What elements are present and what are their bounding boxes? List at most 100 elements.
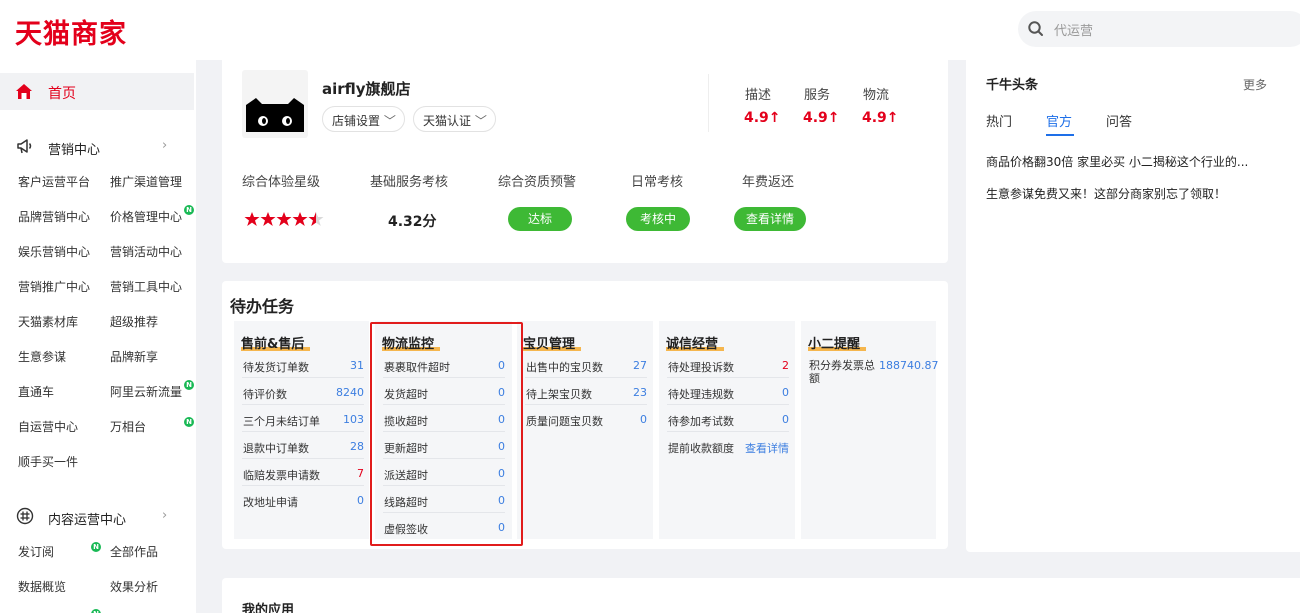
sidebar-item-wanxiangtai[interactable]: 万相台	[110, 418, 146, 435]
daily-status-badge[interactable]: 考核中	[626, 207, 690, 231]
todo-row[interactable]: 临赔发票申请数 7	[242, 459, 364, 486]
new-badge: N	[184, 380, 194, 390]
megaphone-icon	[17, 139, 32, 154]
search-input[interactable]: 代运营	[1054, 20, 1093, 39]
reminder-value[interactable]: 188740.87	[879, 359, 939, 372]
reminder-label: 积分券发票总额	[809, 359, 875, 385]
shop-name: airfly旗舰店	[322, 80, 411, 98]
sidebar-item-subscribe[interactable]: 发订阅	[18, 543, 54, 560]
todo-row[interactable]: 待处理违规数 0	[667, 378, 789, 405]
tmall-logo[interactable]: 天猫商家	[15, 12, 127, 51]
tmall-cat-logo-icon	[246, 98, 304, 132]
tab-official[interactable]: 官方	[1046, 111, 1072, 130]
sidebar-item-buy-one[interactable]: 顺手买一件	[18, 453, 78, 470]
sidebar-item-activity[interactable]: 营销活动中心	[110, 243, 182, 260]
star-full-icon	[244, 212, 260, 226]
todo-panel-items: 宝贝管理 出售中的宝贝数 27 待上架宝贝数 23 质量问题宝贝数 0	[517, 321, 653, 539]
news-item[interactable]: 商品价格翻30倍 家里必买 小二揭秘这个行业的...	[986, 153, 1248, 170]
fee-detail-button[interactable]: 查看详情	[734, 207, 806, 231]
todo-panel-reminder: 小二提醒 积分券发票总额 188740.87	[801, 321, 939, 539]
tab-qa[interactable]: 问答	[1106, 111, 1132, 130]
todo-panel-presale: 售前&售后 待发货订单数 31 待评价数 8240 三个月未结订单 103 退款中订单…	[234, 321, 369, 539]
panel-title: 小二提醒	[808, 333, 867, 352]
chevron-down-icon: ﹀	[474, 114, 487, 128]
panel-title: 售前&售后	[241, 333, 311, 352]
shop-card: airfly旗舰店 店铺设置 ﹀ 天猫认证 ﹀ 描述 4.9↑ 服务 4.9↑ …	[222, 60, 948, 263]
divider	[708, 74, 709, 132]
tab-hot[interactable]: 热门	[986, 111, 1012, 130]
prepayment-detail-link[interactable]: 查看详情	[745, 440, 789, 456]
sidebar-section-label: 内容运营中心	[48, 513, 127, 528]
shop-settings-label: 店铺设置	[332, 114, 381, 128]
chevron-right-icon: ›	[162, 508, 168, 523]
chevron-down-icon: ﹀	[383, 114, 396, 128]
shop-settings-button[interactable]: 店铺设置 ﹀	[322, 106, 405, 132]
sidebar-item-all-works[interactable]: 全部作品	[110, 543, 158, 560]
metric-basic-label: 基础服务考核	[370, 175, 449, 190]
new-badge: N	[91, 609, 101, 613]
rating-desc-value: 4.9↑	[744, 110, 781, 126]
qualification-status-badge[interactable]: 达标	[508, 207, 572, 231]
todo-row[interactable]: 待参加考试数 0	[667, 405, 789, 432]
sidebar-section-marketing[interactable]: 营销中心 ›	[0, 135, 196, 159]
news-card: 千牛头条 更多 热门 官方 问答 商品价格翻30倍 家里必买 小二揭秘这个行业的…	[966, 60, 1300, 552]
sidebar-item-channel[interactable]: 推广渠道管理	[110, 173, 182, 190]
todo-row[interactable]: 三个月未结订单 103	[242, 405, 364, 432]
metric-daily-label: 日常考核	[631, 175, 684, 190]
new-badge: N	[91, 542, 101, 552]
todo-row[interactable]: 出售中的宝贝数 27	[525, 351, 647, 378]
content-hash-icon	[16, 507, 34, 525]
sidebar-item-ztc[interactable]: 直通车	[18, 383, 54, 400]
sidebar-home-label: 首页	[48, 86, 76, 102]
star-rating	[244, 212, 324, 226]
sidebar-item-entertainment[interactable]: 娱乐营销中心	[18, 243, 90, 260]
sidebar-item-self-ops[interactable]: 自运营中心	[18, 418, 78, 435]
sidebar-item-business-advisor[interactable]: 生意参谋	[18, 348, 66, 365]
logistics-highlight-box	[370, 322, 523, 546]
search-box[interactable]: 代运营	[1018, 11, 1300, 47]
sidebar-section-content[interactable]: 内容运营中心 ›	[0, 505, 196, 529]
todo-row[interactable]: 提前收款额度 查看详情	[667, 432, 789, 459]
sidebar-item-price[interactable]: 价格管理中心	[110, 208, 182, 225]
sidebar-item-home[interactable]: 首页	[0, 73, 194, 110]
star-full-icon	[260, 212, 276, 226]
news-more-link[interactable]: 更多	[1243, 76, 1267, 93]
news-title: 千牛头条	[986, 78, 1039, 93]
shop-logo[interactable]	[242, 70, 308, 138]
sidebar-item-assets[interactable]: 天猫素材库	[18, 313, 78, 330]
todo-row[interactable]: 待评价数 8240	[242, 378, 364, 405]
star-full-icon	[292, 212, 308, 226]
sidebar: 首页 营销中心 › 客户运营平台 推广渠道管理 品牌营销中心 价格管理中心 N …	[0, 60, 196, 613]
sidebar-item-aliyun[interactable]: 阿里云新流量	[110, 383, 182, 400]
tmall-cert-label: 天猫认证	[423, 114, 472, 128]
star-half-icon	[308, 212, 324, 226]
sidebar-item-brand-new[interactable]: 品牌新享	[110, 348, 158, 365]
metric-experience-label: 综合体验星级	[242, 175, 321, 190]
news-item[interactable]: 生意参谋免费又来！这部分商家别忘了领取！	[986, 185, 1226, 202]
todo-row[interactable]: 待发货订单数 31	[242, 351, 364, 378]
active-tab-indicator	[1046, 134, 1074, 136]
todo-row[interactable]: 改地址申请 0	[242, 486, 364, 513]
new-badge: N	[184, 417, 194, 427]
sidebar-item-effect-analysis[interactable]: 效果分析	[110, 578, 158, 595]
sidebar-item-promotion[interactable]: 营销推广中心	[18, 278, 90, 295]
chevron-right-icon: ›	[162, 138, 168, 153]
my-apps-card: 我的应用	[222, 578, 1300, 613]
todo-row[interactable]: 待上架宝贝数 23	[525, 378, 647, 405]
todo-panel-integrity: 诚信经营 待处理投诉数 2 待处理违规数 0 待参加考试数 0 提前收款额度 查看详情	[659, 321, 795, 539]
metric-fee-label: 年费返还	[742, 175, 795, 190]
search-icon	[1028, 21, 1043, 36]
my-apps-title: 我的应用	[242, 603, 295, 613]
todo-row[interactable]: 待处理投诉数 2	[667, 351, 789, 378]
sidebar-item-tools[interactable]: 营销工具中心	[110, 278, 182, 295]
todo-row[interactable]: 质量问题宝贝数 0	[525, 405, 647, 432]
sidebar-section-label: 营销中心	[48, 143, 101, 158]
todo-row[interactable]: 退款中订单数 28	[242, 432, 364, 459]
tmall-cert-button[interactable]: 天猫认证 ﹀	[413, 106, 496, 132]
sidebar-item-super-recommend[interactable]: 超级推荐	[110, 313, 158, 330]
sidebar-item-data-overview[interactable]: 数据概览	[18, 578, 66, 595]
basic-service-score: 4.32分	[388, 214, 437, 230]
metric-qualification-label: 综合资质预警	[498, 175, 577, 190]
sidebar-item-customer-ops[interactable]: 客户运营平台	[18, 173, 90, 190]
sidebar-item-brand-marketing[interactable]: 品牌营销中心	[18, 208, 90, 225]
